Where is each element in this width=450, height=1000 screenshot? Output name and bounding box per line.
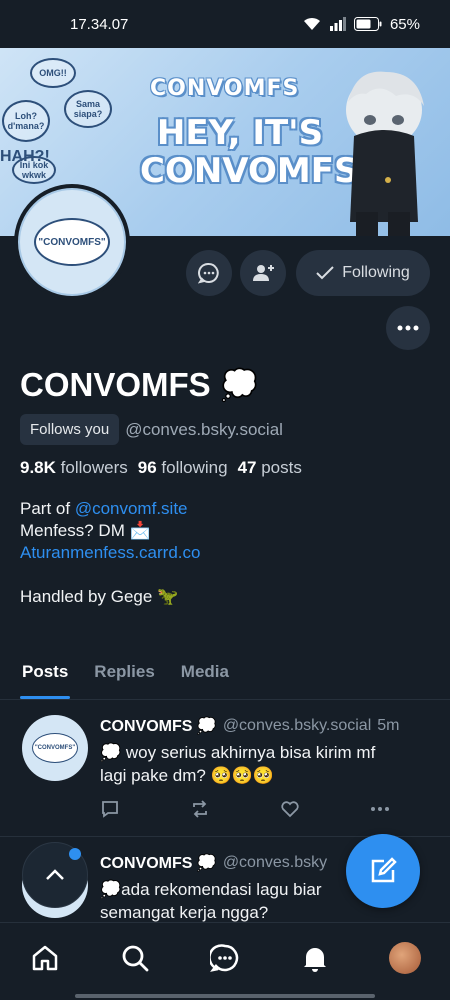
bio-spacer xyxy=(20,564,200,586)
profile-display-name: CONVOMFS 💭 xyxy=(20,366,258,404)
banner-title-line1: HEY, IT'S xyxy=(156,113,324,153)
follows-you-badge: Follows you xyxy=(20,414,120,445)
more-horizontal-icon xyxy=(397,325,419,331)
post-author-name[interactable]: CONVOMFS 💭 xyxy=(100,716,217,736)
add-to-list-button[interactable] xyxy=(240,250,286,296)
profile-avatar[interactable]: "CONVOMFS" xyxy=(14,184,130,300)
doodle-bubble-dimana: Loh? d'mana? xyxy=(2,100,50,142)
followers-label: followers xyxy=(60,458,128,477)
wifi-icon xyxy=(303,17,320,30)
doodle-bubble-sama-siapa: Sama siapa? xyxy=(64,90,112,128)
nav-profile[interactable] xyxy=(383,936,427,980)
more-options-button[interactable] xyxy=(386,306,430,350)
post-timestamp: 5m xyxy=(377,717,400,734)
compose-pencil-icon xyxy=(371,857,397,883)
home-icon xyxy=(32,945,58,970)
post-author-avatar[interactable]: "CONVOMFS" xyxy=(22,715,88,781)
post-avatar-logo: "CONVOMFS" xyxy=(32,733,78,763)
battery-icon xyxy=(353,17,382,31)
following-stat[interactable]: 96 following xyxy=(138,458,228,478)
like-heart-icon[interactable] xyxy=(280,799,300,819)
doodle-bubble-omg: OMG!! xyxy=(30,58,76,88)
followers-count: 9.8K xyxy=(20,458,56,477)
post-actions xyxy=(100,799,390,819)
status-icons: 65% xyxy=(302,16,420,33)
chevron-up-icon xyxy=(46,869,64,880)
following-button-label: Following xyxy=(342,264,410,281)
following-count: 96 xyxy=(137,458,157,477)
tab-posts[interactable]: Posts xyxy=(19,650,71,699)
post-author-handle: @conves.bsky xyxy=(222,854,328,871)
post-text-line-2: lagi pake dm? 🥺🥺🥺 xyxy=(100,766,275,785)
posts-count: 47 xyxy=(237,458,257,477)
compose-post-button[interactable] xyxy=(346,834,420,908)
message-button[interactable] xyxy=(186,250,232,296)
post-author-handle: @conves.bsky.social xyxy=(222,717,372,734)
post-header: CONVOMFS 💭 @conves.bsky.social 5m xyxy=(100,716,400,736)
profile-stats: 9.8K followers 96 following 47 posts xyxy=(20,458,302,478)
following-button[interactable]: Following xyxy=(296,250,430,296)
bio-mention-link[interactable]: @convomf.site xyxy=(75,499,188,518)
battery-percent: 65% xyxy=(389,15,420,33)
display-name-text: CONVOMFS xyxy=(20,366,211,403)
chat-bubble-icon xyxy=(198,262,219,284)
posts-stat: 47 posts xyxy=(238,458,302,478)
profile-thumbnail-avatar xyxy=(389,941,421,974)
following-label: following xyxy=(161,458,228,477)
nav-home[interactable] xyxy=(23,936,67,980)
nav-chat[interactable] xyxy=(203,936,247,980)
user-plus-icon xyxy=(253,265,274,281)
feed-post[interactable]: "CONVOMFS" CONVOMFS 💭 @conves.bsky.socia… xyxy=(0,701,450,837)
check-icon xyxy=(316,266,334,280)
anime-character-illustration xyxy=(346,71,424,236)
profile-tabs: Posts Replies Media xyxy=(0,650,450,700)
repost-icon[interactable] xyxy=(190,799,210,819)
status-time: 17.34.07 xyxy=(70,15,129,33)
reply-icon[interactable] xyxy=(100,799,120,819)
bio-line-1: Part of @convomf.site xyxy=(20,498,200,520)
handle-row: Follows you @conves.bsky.social xyxy=(20,414,283,445)
post-author-name[interactable]: CONVOMFS 💭 xyxy=(100,853,217,873)
doodle-hah: HAH?! xyxy=(0,148,50,165)
banner-title-line2: CONVOMFS! xyxy=(140,151,374,191)
post-more-icon[interactable] xyxy=(370,799,390,819)
system-home-indicator[interactable] xyxy=(75,994,375,998)
bio-line-2: Menfess? DM 📩 xyxy=(20,521,151,540)
new-posts-indicator xyxy=(69,848,81,860)
banner-title-big: HEY, IT'S CONVOMFS! xyxy=(140,113,374,191)
post-text-line-1: 💭 woy serius akhirnya bisa kirim mf xyxy=(100,743,376,762)
status-bar: 17.34.07 65% xyxy=(0,0,450,48)
tab-replies[interactable]: Replies xyxy=(94,650,154,699)
followers-stat[interactable]: 9.8K followers xyxy=(20,458,128,478)
profile-bio: Part of @convomf.site Menfess? DM 📩 Atur… xyxy=(20,498,200,608)
tab-media[interactable]: Media xyxy=(181,650,229,699)
avatar-image: "CONVOMFS" xyxy=(18,188,126,296)
chat-icon xyxy=(210,943,239,972)
bio-prefix: Part of xyxy=(20,499,75,518)
profile-handle[interactable]: @conves.bsky.social xyxy=(125,420,283,440)
bio-carrd-link[interactable]: Aturanmenfess.carrd.co xyxy=(20,542,200,564)
post-text: 💭 woy serius akhirnya bisa kirim mf lagi… xyxy=(100,741,430,787)
nav-notifications[interactable] xyxy=(293,936,337,980)
search-icon xyxy=(122,945,149,971)
bottom-navigation xyxy=(0,922,450,1000)
signal-icon xyxy=(329,17,346,31)
avatar-logo-text: "CONVOMFS" xyxy=(34,218,110,266)
posts-label: posts xyxy=(261,458,302,477)
bell-icon xyxy=(304,947,326,972)
thought-bubble-emoji: 💭 xyxy=(220,368,259,402)
nav-search[interactable] xyxy=(113,936,157,980)
bio-line-4: Handled by Gege 🦖 xyxy=(20,587,179,606)
banner-title-small: CONVOMFS xyxy=(150,76,300,101)
